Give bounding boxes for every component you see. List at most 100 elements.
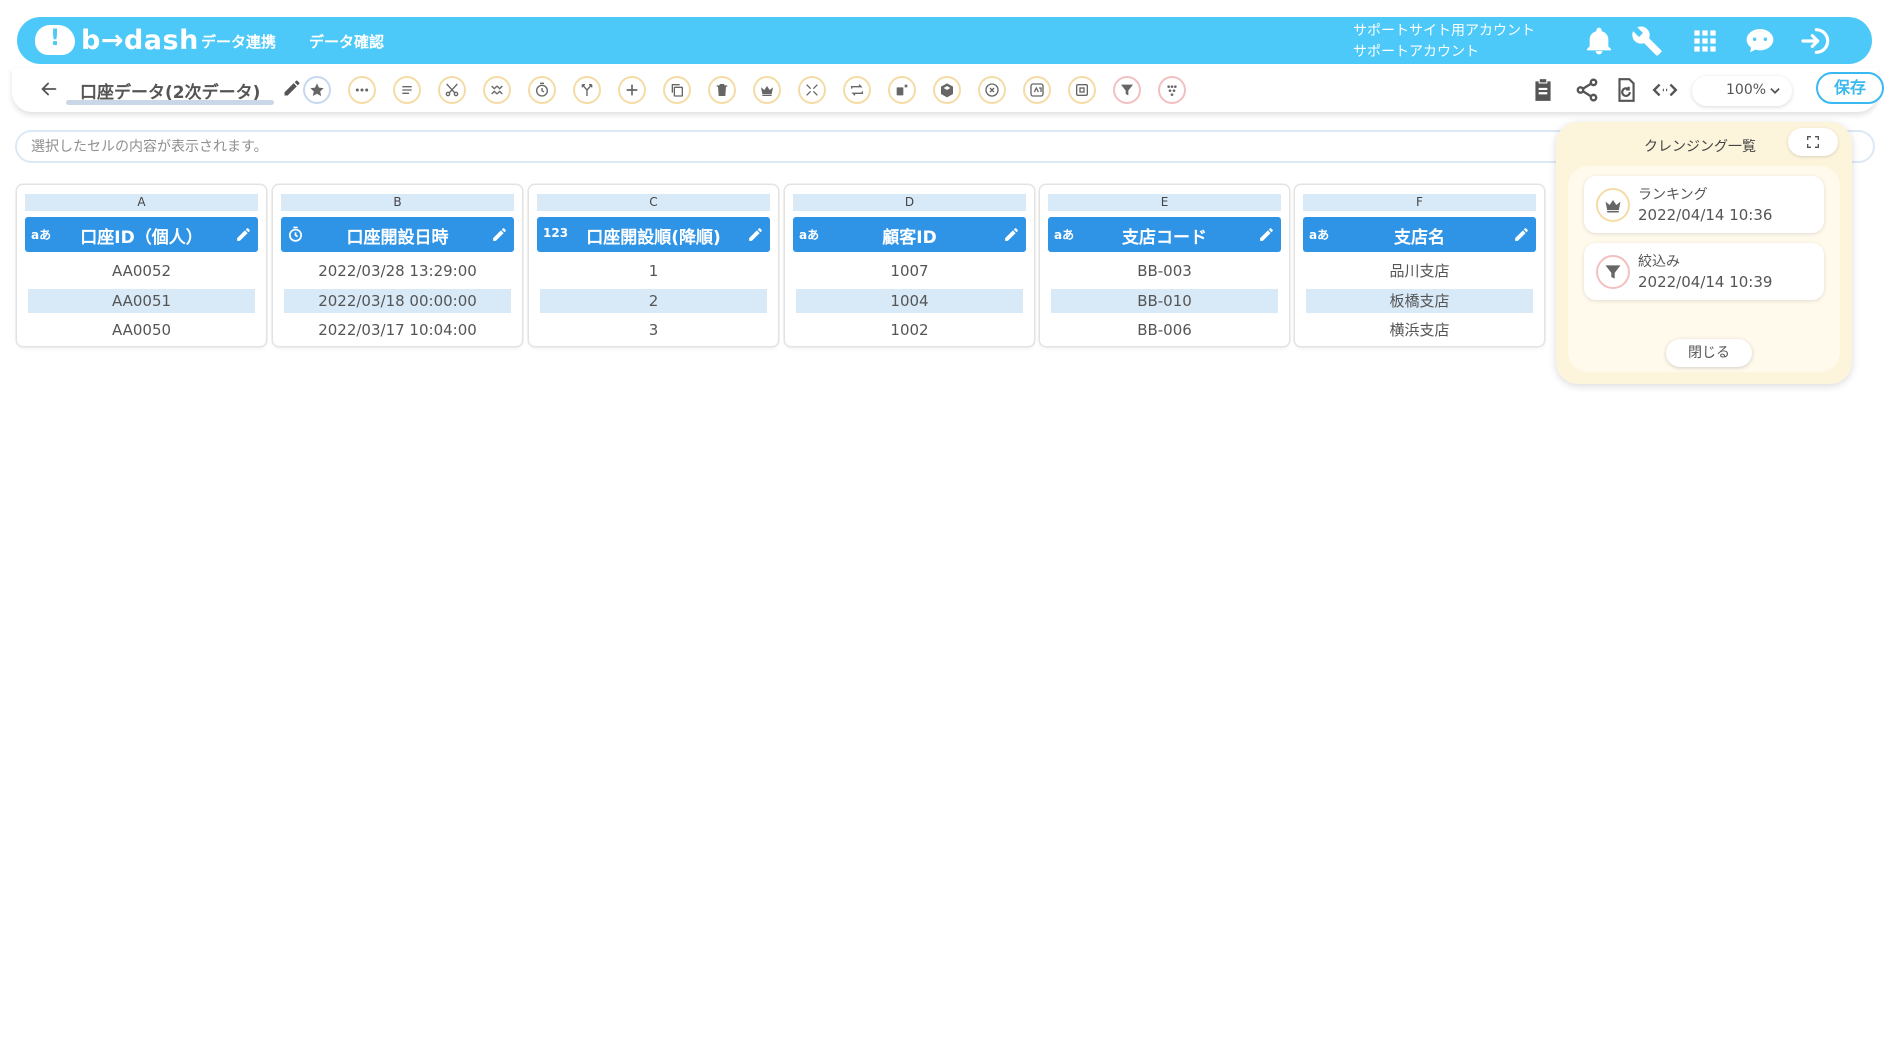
- table-cell[interactable]: 3: [540, 318, 767, 342]
- star-icon[interactable]: [303, 76, 331, 104]
- nav-data-integration[interactable]: データ連携: [201, 31, 276, 52]
- table-cell[interactable]: 1007: [796, 259, 1023, 283]
- title-underline: [66, 100, 274, 105]
- edit-title-icon[interactable]: [282, 78, 302, 98]
- history-time: 2022/04/14 10:36: [1638, 206, 1773, 224]
- table-cell[interactable]: 2022/03/28 13:29:00: [284, 259, 511, 283]
- wrench-icon[interactable]: [1631, 25, 1663, 57]
- merge-columns-icon[interactable]: [483, 76, 511, 104]
- timer-icon[interactable]: [528, 76, 556, 104]
- column-a[interactable]: A aあ 口座ID（個人） AA0052 AA0051 AA0050: [17, 185, 266, 346]
- delete-icon[interactable]: [708, 76, 736, 104]
- edit-column-icon[interactable]: [1003, 226, 1020, 243]
- column-name: 支店名: [1394, 228, 1445, 248]
- logo-text: b→dash: [81, 24, 199, 56]
- calculate-icon[interactable]: [888, 76, 916, 104]
- column-header[interactable]: aあ 口座ID（個人）: [25, 217, 258, 252]
- bell-icon[interactable]: [1583, 25, 1615, 57]
- logo-cloud-icon: [35, 25, 75, 55]
- edit-column-icon[interactable]: [1513, 226, 1530, 243]
- collapse-icon[interactable]: [798, 76, 826, 104]
- column-letter[interactable]: B: [281, 194, 514, 211]
- table-cell[interactable]: 品川支店: [1306, 259, 1533, 283]
- nav-data-check[interactable]: データ確認: [309, 31, 384, 52]
- dedupe-icon[interactable]: [1158, 76, 1186, 104]
- table-cell[interactable]: AA0052: [28, 259, 255, 283]
- account-user: サポートアカウント: [1353, 44, 1479, 60]
- bucket-icon[interactable]: [933, 76, 961, 104]
- table-cell[interactable]: BB-003: [1051, 259, 1278, 283]
- table-cell[interactable]: 横浜支店: [1306, 318, 1533, 342]
- table-cell[interactable]: 2: [540, 289, 767, 313]
- table-cell[interactable]: 1: [540, 259, 767, 283]
- top-header: b→dash データ連携 データ確認 サポートサイト用アカウント サポートアカウ…: [17, 17, 1872, 64]
- history-item-filter[interactable]: 絞込み 2022/04/14 10:39: [1584, 243, 1824, 300]
- column-header[interactable]: 口座開設日時: [281, 217, 514, 252]
- toolbar: 口座データ(2次データ) 100% 保存: [12, 68, 1884, 112]
- copy-icon[interactable]: [663, 76, 691, 104]
- zoom-select[interactable]: 100%: [1692, 76, 1792, 106]
- table-cell[interactable]: BB-006: [1051, 318, 1278, 342]
- column-letter[interactable]: C: [537, 194, 770, 211]
- bdash-logo[interactable]: b→dash: [35, 22, 199, 58]
- close-button[interactable]: 閉じる: [1666, 339, 1752, 367]
- share-icon[interactable]: [1574, 77, 1600, 103]
- column-c[interactable]: C 123 口座開設順(降順) 1 2 3: [529, 185, 778, 346]
- table-cell[interactable]: 2022/03/17 10:04:00: [284, 318, 511, 342]
- column-b[interactable]: B 口座開設日時 2022/03/28 13:29:00 2022/03/18 …: [273, 185, 522, 346]
- clipboard-icon[interactable]: [1530, 77, 1556, 103]
- refresh-file-icon[interactable]: [1613, 77, 1639, 103]
- table-cell[interactable]: 1002: [796, 318, 1023, 342]
- filter-icon: [1596, 255, 1630, 289]
- edit-column-icon[interactable]: [491, 226, 508, 243]
- crown-icon: [1596, 188, 1630, 222]
- box-icon[interactable]: [1068, 76, 1096, 104]
- history-label: 絞込み: [1638, 254, 1680, 270]
- edit-column-icon[interactable]: [747, 226, 764, 243]
- table-cell[interactable]: 板橋支店: [1306, 289, 1533, 313]
- expand-icon[interactable]: [1788, 128, 1838, 156]
- account-name: サポートサイト用アカウント: [1353, 23, 1535, 39]
- account-info[interactable]: サポートサイト用アカウント サポートアカウント: [1353, 21, 1535, 63]
- cancel-icon[interactable]: [978, 76, 1006, 104]
- grid-icon[interactable]: [1689, 25, 1721, 57]
- column-letter[interactable]: D: [793, 194, 1026, 211]
- column-f[interactable]: F aあ 支店名 品川支店 板橋支店 横浜支店: [1295, 185, 1544, 346]
- cell-content-input[interactable]: [17, 132, 1517, 161]
- logout-icon[interactable]: [1799, 25, 1831, 57]
- convert-icon[interactable]: [1023, 76, 1051, 104]
- table-cell[interactable]: 1004: [796, 289, 1023, 313]
- more-icon[interactable]: [348, 76, 376, 104]
- table-cell[interactable]: BB-010: [1051, 289, 1278, 313]
- save-button[interactable]: 保存: [1816, 72, 1884, 104]
- filter-icon[interactable]: [1113, 76, 1141, 104]
- column-name: 口座ID（個人）: [80, 228, 203, 248]
- zoom-value: 100%: [1726, 82, 1767, 98]
- history-item-ranking[interactable]: ランキング 2022/04/14 10:36: [1584, 176, 1824, 233]
- column-d[interactable]: D aあ 顧客ID 1007 1004 1002: [785, 185, 1034, 346]
- column-letter[interactable]: A: [25, 194, 258, 211]
- code-icon[interactable]: [1652, 77, 1678, 103]
- scissors-icon[interactable]: [438, 76, 466, 104]
- cleansing-list-panel: クレンジング一覧 ランキング 2022/04/14 10:36 絞込み 2022…: [1556, 122, 1852, 384]
- edit-column-icon[interactable]: [235, 226, 252, 243]
- split-icon[interactable]: [573, 76, 601, 104]
- column-name: 支店コード: [1122, 228, 1207, 248]
- column-header[interactable]: 123 口座開設順(降順): [537, 217, 770, 252]
- table-cell[interactable]: 2022/03/18 00:00:00: [284, 289, 511, 313]
- column-header[interactable]: aあ 顧客ID: [793, 217, 1026, 252]
- edit-column-icon[interactable]: [1258, 226, 1275, 243]
- list-icon[interactable]: [393, 76, 421, 104]
- crown-icon[interactable]: [753, 76, 781, 104]
- column-e[interactable]: E aあ 支店コード BB-003 BB-010 BB-006: [1040, 185, 1289, 346]
- table-cell[interactable]: AA0050: [28, 318, 255, 342]
- column-header[interactable]: aあ 支店コード: [1048, 217, 1281, 252]
- table-cell[interactable]: AA0051: [28, 289, 255, 313]
- repeat-icon[interactable]: [843, 76, 871, 104]
- back-arrow-icon[interactable]: [38, 78, 60, 100]
- add-icon[interactable]: [618, 76, 646, 104]
- column-letter[interactable]: E: [1048, 194, 1281, 211]
- chat-bot-icon[interactable]: [1744, 25, 1776, 57]
- column-header[interactable]: aあ 支店名: [1303, 217, 1536, 252]
- column-letter[interactable]: F: [1303, 194, 1536, 211]
